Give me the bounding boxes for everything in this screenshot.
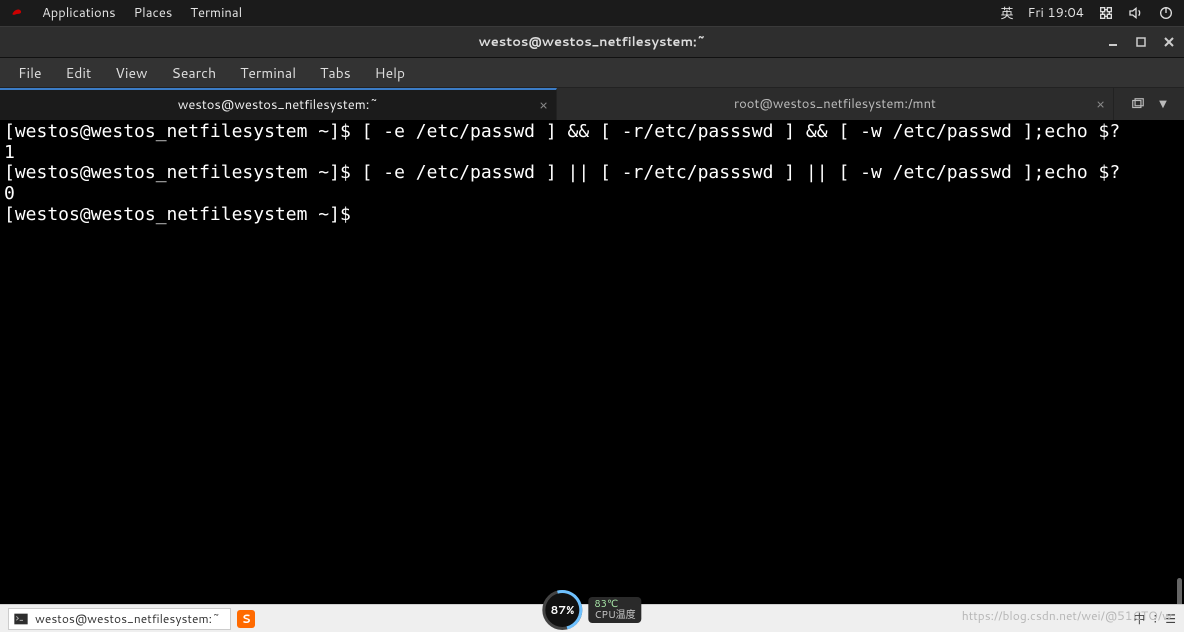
menu-search[interactable]: Search	[162, 61, 227, 85]
terminal-line: [westos@westos_netfilesystem ~]$	[4, 204, 362, 225]
menu-places[interactable]: Places	[134, 4, 173, 22]
cpu-temp-label: CPU温度	[594, 610, 635, 621]
tab-overflow: ▼	[1114, 88, 1184, 120]
taskbar-title: westos@westos_netfilesystem:~	[35, 610, 220, 627]
tab-westos[interactable]: westos@westos_netfilesystem:~ ×	[0, 88, 557, 120]
cpu-dial: 87%	[542, 590, 582, 630]
menu-view[interactable]: View	[105, 61, 157, 85]
volume-icon[interactable]	[1128, 5, 1144, 21]
close-icon[interactable]: ×	[1096, 94, 1105, 114]
menu-help[interactable]: Help	[365, 61, 415, 85]
menu-terminal[interactable]: Terminal	[230, 61, 306, 85]
new-tab-icon[interactable]	[1131, 97, 1145, 111]
tray-glyph[interactable]: 中	[1133, 610, 1145, 627]
chevron-down-icon[interactable]: ▼	[1159, 97, 1167, 111]
close-icon[interactable]: ×	[539, 95, 548, 115]
window-title-bar[interactable]: westos@westos_netfilesystem:~	[0, 26, 1184, 58]
window-title: westos@westos_netfilesystem:~	[478, 33, 705, 51]
redhat-logo-icon	[10, 6, 24, 20]
ime-indicator[interactable]: 英	[1000, 3, 1013, 23]
tab-label: westos@westos_netfilesystem:~	[178, 96, 379, 114]
taskbar-app-icon[interactable]: S	[237, 610, 255, 628]
cpu-temp-badge: 83℃ CPU温度	[588, 597, 641, 623]
cpu-widget[interactable]: 87% 83℃ CPU温度	[542, 590, 641, 630]
menu-tabs[interactable]: Tabs	[310, 61, 361, 85]
menu-file[interactable]: File	[8, 61, 52, 85]
gnome-top-bar: Applications Places Terminal 英 Fri 19:04	[0, 0, 1184, 26]
maximize-button[interactable]	[1134, 35, 1148, 49]
terminal-line: [westos@westos_netfilesystem ~]$ [ -e /e…	[4, 121, 1120, 142]
menubar: File Edit View Search Terminal Tabs Help	[0, 58, 1184, 88]
menu-terminal[interactable]: Terminal	[190, 4, 242, 22]
clock[interactable]: Fri 19:04	[1027, 4, 1084, 22]
minimize-button[interactable]	[1106, 35, 1120, 49]
tray-glyph[interactable]: ⁝	[1153, 610, 1157, 627]
menu-edit[interactable]: Edit	[56, 61, 102, 85]
power-icon[interactable]	[1158, 5, 1174, 21]
tab-label: root@westos_netfilesystem:/mnt	[734, 95, 936, 113]
tray-glyph[interactable]: ☰	[1165, 610, 1176, 627]
menu-applications[interactable]: Applications	[42, 4, 116, 22]
taskbar-terminal-button[interactable]: westos@westos_netfilesystem:~	[8, 608, 231, 630]
terminal-icon	[13, 611, 29, 627]
tab-root-mnt[interactable]: root@westos_netfilesystem:/mnt ×	[557, 88, 1114, 120]
network-icon[interactable]	[1098, 5, 1114, 21]
terminal-line: 0	[4, 183, 15, 204]
terminal-line: 1	[4, 142, 15, 163]
tab-strip: westos@westos_netfilesystem:~ × root@wes…	[0, 88, 1184, 120]
cpu-percent: 87%	[550, 602, 574, 618]
taskbar-tray: 中 ⁝ ☰	[1133, 610, 1176, 627]
close-button[interactable]	[1162, 35, 1176, 49]
terminal-line: [westos@westos_netfilesystem ~]$ [ -e /e…	[4, 162, 1120, 183]
terminal-viewport[interactable]: [westos@westos_netfilesystem ~]$ [ -e /e…	[0, 120, 1184, 620]
